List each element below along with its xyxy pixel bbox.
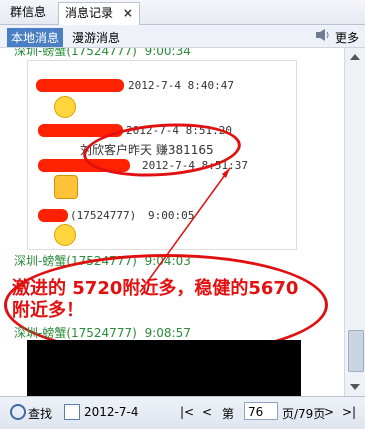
- find-button[interactable]: 查找: [28, 405, 52, 422]
- pointer-arrow: [139, 167, 231, 293]
- vertical-scrollbar[interactable]: [344, 48, 365, 396]
- tab-group-info[interactable]: 群信息: [4, 2, 52, 23]
- message-filter-bar: 本地消息 漫游消息 更多: [0, 25, 365, 48]
- local-messages-button[interactable]: 本地消息: [7, 28, 64, 47]
- page-input[interactable]: 76: [244, 402, 278, 420]
- more-button[interactable]: 更多: [335, 29, 359, 46]
- first-page-button[interactable]: |<: [180, 405, 194, 419]
- tab-message-records-label: 消息记录: [65, 6, 114, 20]
- scroll-up-arrow[interactable]: [350, 54, 360, 60]
- tab-bar: 群信息 消息记录 ×: [0, 0, 365, 25]
- prev-page-button[interactable]: <: [202, 405, 212, 419]
- message-list: 深圳-螃蟹(17524777) 9:00:34 2012-7-4 8:40:47…: [0, 48, 344, 396]
- search-icon[interactable]: [10, 404, 26, 420]
- scroll-thumb[interactable]: [348, 330, 364, 372]
- last-page-button[interactable]: >|: [342, 405, 356, 419]
- next-page-button[interactable]: >: [324, 405, 334, 419]
- tab-message-records[interactable]: 消息记录 ×: [58, 2, 140, 25]
- pagination-bar: 查找 2012-7-4 |< < 第 76 页/79页 > >|: [0, 396, 365, 429]
- speaker-icon[interactable]: [315, 28, 331, 42]
- page-label: 第: [222, 407, 235, 421]
- roaming-messages-button[interactable]: 漫游消息: [72, 29, 120, 46]
- page-total: 页/79页: [282, 407, 326, 421]
- calendar-icon[interactable]: [64, 404, 80, 420]
- date-field[interactable]: 2012-7-4: [84, 405, 138, 419]
- scroll-down-arrow[interactable]: [350, 384, 360, 390]
- close-icon[interactable]: ×: [123, 6, 133, 20]
